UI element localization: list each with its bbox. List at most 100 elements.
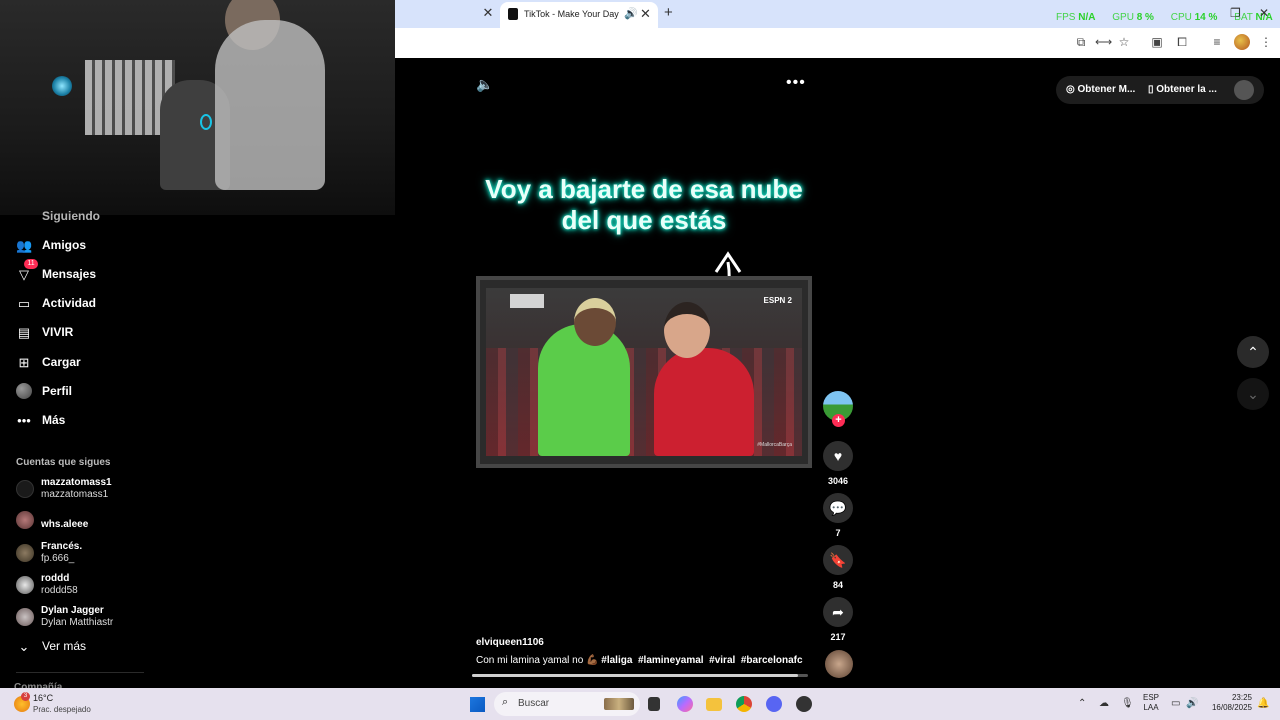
new-tab-button[interactable]: + — [664, 4, 673, 21]
next-video-button[interactable]: ⌄ — [1237, 378, 1269, 410]
avatar — [16, 511, 34, 529]
notification-bell-icon[interactable]: 🔔 — [1257, 698, 1269, 709]
followed-account[interactable]: whs.aleee — [16, 511, 146, 539]
bookmark-icon: 🔖 — [829, 552, 847, 568]
restore-window-icon[interactable]: ❐ — [1230, 6, 1241, 20]
share-button[interactable]: ➦ — [823, 597, 853, 627]
screen: ✕ TikTok - Make Your Day 🔊 ✕ + FPS N/A G… — [0, 0, 1280, 720]
video-caption-overlay: Voy a bajarte de esa nube del que estás — [485, 174, 803, 235]
discord-app-icon[interactable] — [766, 696, 782, 712]
more-options-icon[interactable]: ••• — [786, 74, 806, 92]
browser-toolbar — [395, 28, 1280, 58]
bookmark-star-icon[interactable]: ☆ — [1116, 34, 1132, 50]
get-app-button[interactable]: ▯ Obtener la ... — [1148, 84, 1217, 95]
translate-icon[interactable]: ⟷ — [1095, 34, 1112, 50]
taskbar-search[interactable]: ⌕ Buscar — [494, 692, 640, 716]
close-tab-icon[interactable]: ✕ — [640, 6, 651, 22]
app-icon[interactable] — [796, 696, 812, 712]
sidebar-item-activity[interactable]: ▭ Actividad — [16, 294, 146, 314]
save-button[interactable]: 🔖 — [823, 545, 853, 575]
file-explorer-icon[interactable] — [706, 698, 722, 711]
hashtag-link[interactable]: #laliga — [601, 655, 632, 666]
taskbar-clock[interactable]: 23:25 16/08/2025 — [1206, 693, 1252, 713]
chrome-app-icon[interactable] — [736, 696, 752, 712]
video-description-text: Con mi lamina yamal no 💪🏾 — [476, 655, 599, 666]
video-progress-fill — [472, 674, 798, 677]
hashtag-link[interactable]: #barcelonafc — [741, 655, 803, 666]
terminal-app-icon[interactable] — [648, 697, 660, 711]
video-progress-bar[interactable] — [472, 674, 808, 677]
comment-button[interactable]: 💬 — [823, 493, 853, 523]
weather-temperature[interactable]: 16°C — [33, 693, 53, 703]
chevron-up-icon: ⌃ — [1247, 344, 1259, 360]
video-player[interactable]: 🔈 ••• Voy a bajarte de esa nube del que … — [472, 72, 812, 678]
sidebar-item-live[interactable]: ▤ VIVIR — [16, 323, 146, 343]
microphone-icon[interactable]: 🎙 — [1121, 698, 1134, 709]
hashtag-link[interactable]: #viral — [709, 655, 735, 666]
avatar — [16, 608, 34, 626]
sidebar-divider — [16, 672, 144, 673]
search-highlight-image — [604, 698, 634, 710]
sidebar-item-messages[interactable]: ▽ 11 Mensajes — [16, 259, 146, 285]
language-indicator[interactable]: ESP LAA — [1143, 693, 1159, 713]
hashtag-link[interactable]: #lamineyamal — [638, 655, 704, 666]
copilot-app-icon[interactable] — [677, 696, 693, 712]
sidebar-item-upload[interactable]: ⊞ Cargar — [16, 353, 146, 373]
player-head — [664, 302, 710, 358]
top-action-bar: ◎ Obtener M... ▯ Obtener la ... — [1056, 76, 1264, 104]
followed-account[interactable]: Dylan Jagger Dylan Matthiastr — [16, 605, 146, 631]
sidebar-item-following[interactable]: Siguiendo — [42, 209, 100, 223]
save-count: 84 — [832, 580, 843, 590]
tray-overflow-icon[interactable]: ⌃ — [1078, 698, 1086, 709]
extensions-puzzle-icon[interactable]: ⧠ — [1174, 34, 1190, 50]
search-icon: ⌕ — [502, 696, 509, 708]
followed-account[interactable]: Francés. fp.666_ — [16, 541, 146, 567]
friends-icon: 👥 — [16, 238, 33, 253]
weather-description[interactable]: Prac. despejado — [33, 705, 91, 714]
network-icon[interactable]: ▭ — [1171, 698, 1180, 709]
sidebar-item-friends[interactable]: 👥 Amigos — [16, 236, 146, 256]
share-icon: ➦ — [832, 604, 844, 620]
media-control-icon[interactable]: ≡ — [1209, 34, 1225, 50]
video-author[interactable]: elviqueen1106 — [476, 637, 544, 648]
sidebar-item-profile[interactable]: Perfil — [16, 382, 146, 402]
onedrive-icon[interactable]: ☁ — [1099, 698, 1109, 709]
like-count: 3046 — [827, 476, 849, 486]
player-green-kit — [538, 324, 630, 456]
start-windows-icon[interactable] — [469, 696, 485, 712]
sidebar-item-more[interactable]: ••• Más — [16, 411, 146, 431]
follow-plus-icon[interactable]: + — [832, 414, 845, 427]
profile-avatar[interactable] — [1234, 34, 1250, 50]
webcam-headset-light — [200, 114, 212, 130]
see-more-button[interactable]: ⌄ Ver más — [16, 637, 146, 657]
install-app-icon[interactable]: ⧉ — [1073, 34, 1089, 50]
extension-icon[interactable]: ▣ — [1149, 34, 1165, 50]
tv-screen: ESPN 2 #MallorcaBarça — [486, 288, 802, 456]
following-accounts-header: Cuentas que sigues — [16, 457, 111, 468]
get-coins-button[interactable]: ◎ Obtener M... — [1066, 84, 1135, 95]
heart-icon: ♥ — [833, 448, 843, 464]
share-count: 217 — [830, 632, 846, 642]
volume-icon[interactable]: 🔈 — [476, 76, 493, 93]
tiktok-sidebar: Siguiendo 👥 Amigos ▽ 11 Mensajes ▭ Activ… — [0, 209, 150, 693]
tab-audio-icon[interactable]: 🔊 — [624, 7, 638, 20]
webcam-person — [215, 20, 325, 190]
messages-badge: 11 — [24, 259, 38, 269]
browser-menu-icon[interactable]: ⋮ — [1258, 34, 1274, 50]
like-button[interactable]: ♥ — [823, 441, 853, 471]
user-avatar[interactable] — [1234, 80, 1254, 100]
tab-title: TikTok - Make Your Day — [524, 9, 619, 19]
followed-account[interactable]: roddd roddd58 — [16, 573, 146, 599]
comment-icon: 💬 — [829, 500, 847, 516]
volume-icon[interactable]: 🔊 — [1186, 698, 1198, 709]
followed-account[interactable]: mazzatomass1 mazzatomass1 — [16, 477, 146, 503]
browser-tab-tiktok[interactable]: TikTok - Make Your Day 🔊 ✕ — [500, 2, 658, 28]
previous-video-button[interactable]: ⌃ — [1237, 336, 1269, 368]
avatar — [16, 576, 34, 594]
music-disc-avatar[interactable] — [825, 650, 853, 678]
close-window-icon[interactable]: ✕ — [1259, 6, 1269, 20]
comment-count: 7 — [835, 528, 841, 538]
avatar — [16, 544, 34, 562]
close-tab-icon[interactable]: ✕ — [482, 6, 494, 20]
avatar — [16, 383, 32, 399]
